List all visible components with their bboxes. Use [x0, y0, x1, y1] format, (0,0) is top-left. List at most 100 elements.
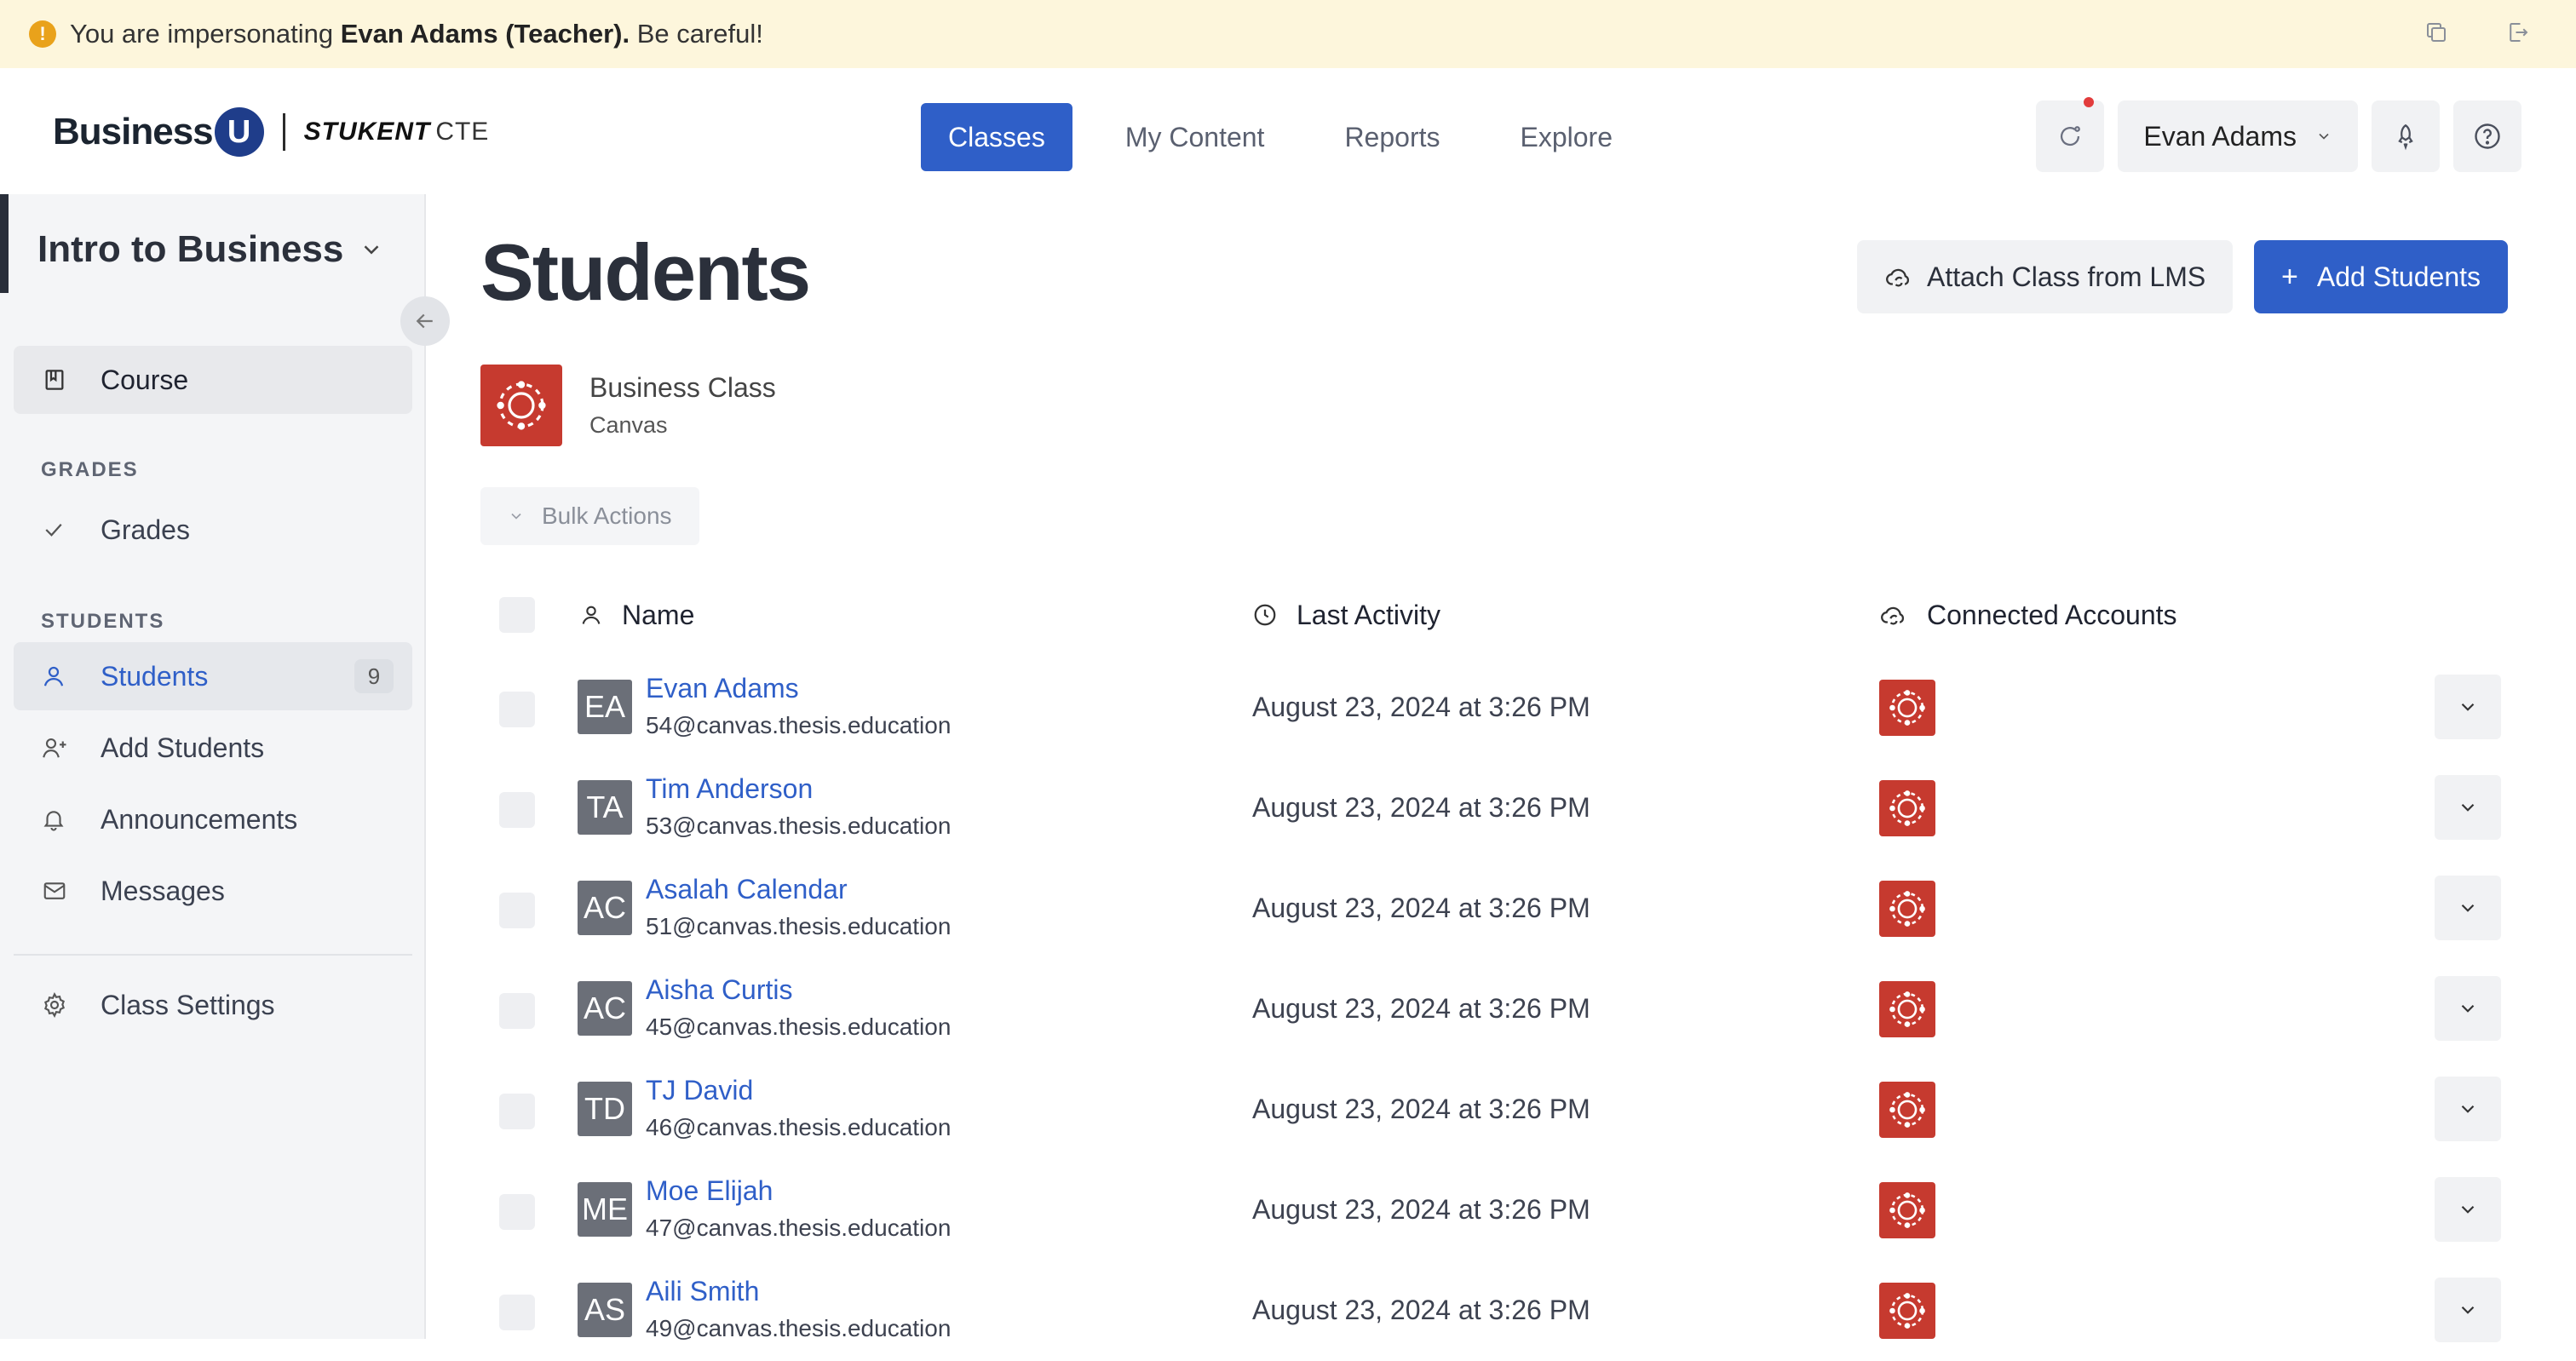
- row-checkbox[interactable]: [499, 1295, 535, 1330]
- main-nav: Classes My Content Reports Explore: [921, 103, 1665, 171]
- table-row: AC Asalah Calendar 51@canvas.thesis.educ…: [426, 862, 2576, 959]
- page-title: Students: [480, 227, 811, 317]
- help-button[interactable]: [2453, 100, 2521, 172]
- main-content: Students Attach Class from LMS + Add Stu…: [426, 194, 2576, 1342]
- sidebar-item-announcements[interactable]: Announcements: [14, 785, 412, 853]
- column-header-last-activity[interactable]: Last Activity: [1252, 581, 1440, 649]
- banner-user: Evan Adams (Teacher).: [340, 19, 630, 49]
- select-all-checkbox[interactable]: [499, 597, 535, 633]
- user-icon: [579, 603, 603, 627]
- chevron-down-icon: [2319, 133, 2329, 140]
- sidebar-item-label: Grades: [101, 514, 190, 545]
- user-menu-button[interactable]: Evan Adams: [2118, 100, 2358, 172]
- attach-class-lms-button[interactable]: Attach Class from LMS: [1857, 240, 2234, 313]
- connected-account[interactable]: [1879, 881, 1935, 937]
- student-email: 45@canvas.thesis.education: [646, 1014, 952, 1040]
- row-expand-button[interactable]: [2435, 976, 2501, 1041]
- row-expand-button[interactable]: [2435, 1077, 2501, 1141]
- bulk-actions-button[interactable]: Bulk Actions: [480, 487, 699, 545]
- row-expand-button[interactable]: [2435, 1177, 2501, 1242]
- nav-tab-explore[interactable]: Explore: [1492, 103, 1640, 171]
- student-name-link[interactable]: Aili Smith: [646, 1276, 759, 1307]
- sidebar-item-grades[interactable]: Grades: [14, 496, 412, 564]
- mail-icon: [41, 878, 73, 904]
- sidebar-item-label: Class Settings: [101, 989, 275, 1020]
- row-checkbox[interactable]: [499, 893, 535, 928]
- last-activity: August 23, 2024 at 3:26 PM: [1252, 1194, 1590, 1225]
- student-name-link[interactable]: Moe Elijah: [646, 1175, 773, 1207]
- sidebar-item-messages[interactable]: Messages: [14, 857, 412, 925]
- column-header-connected-accounts[interactable]: Connected Accounts: [1879, 581, 2177, 649]
- sidebar-item-label: Messages: [101, 875, 225, 906]
- lms-connection: Business Class Canvas: [480, 365, 776, 446]
- chevron-down-icon: [2461, 1205, 2475, 1214]
- student-name-link[interactable]: Evan Adams: [646, 673, 799, 704]
- class-selector[interactable]: Intro to Business: [37, 228, 384, 271]
- student-name-link[interactable]: Tim Anderson: [646, 773, 813, 805]
- nav-tab-classes[interactable]: Classes: [921, 103, 1072, 171]
- canvas-logo-icon: [480, 365, 562, 446]
- add-students-label: Add Students: [2316, 261, 2481, 292]
- connected-account[interactable]: [1879, 981, 1935, 1037]
- user-plus-icon: [41, 735, 73, 761]
- student-email: 51@canvas.thesis.education: [646, 913, 952, 939]
- row-checkbox[interactable]: [499, 692, 535, 727]
- chevron-down-icon: [2461, 703, 2475, 711]
- logo-cte: CTE: [435, 118, 490, 146]
- row-checkbox[interactable]: [499, 993, 535, 1029]
- avatar: AC: [578, 881, 632, 935]
- check-icon: [41, 517, 73, 543]
- student-email: 46@canvas.thesis.education: [646, 1114, 952, 1140]
- row-checkbox[interactable]: [499, 792, 535, 828]
- student-name-link[interactable]: TJ David: [646, 1075, 753, 1106]
- row-checkbox[interactable]: [499, 1194, 535, 1230]
- copy-icon[interactable]: [2421, 17, 2452, 48]
- user-icon: [41, 663, 73, 689]
- collapse-sidebar-button[interactable]: [400, 296, 450, 346]
- add-students-button[interactable]: + Add Students: [2254, 240, 2508, 313]
- canvas-logo-icon: [1879, 780, 1935, 836]
- last-activity: August 23, 2024 at 3:26 PM: [1252, 893, 1590, 923]
- connected-account[interactable]: [1879, 1283, 1935, 1339]
- exit-icon[interactable]: [2503, 17, 2533, 48]
- student-name-link[interactable]: Asalah Calendar: [646, 874, 848, 905]
- sidebar-item-add-students[interactable]: Add Students: [14, 714, 412, 782]
- logo-u: U: [214, 107, 264, 157]
- chevron-down-icon: [364, 245, 379, 255]
- attach-label: Attach Class from LMS: [1927, 261, 2206, 292]
- launch-button[interactable]: [2372, 100, 2440, 172]
- row-expand-button[interactable]: [2435, 1278, 2501, 1342]
- connected-account[interactable]: [1879, 1182, 1935, 1238]
- students-table-header: Name Last Activity Connected Accounts: [426, 581, 2576, 649]
- avatar: AC: [578, 981, 632, 1036]
- clock-icon: [1252, 602, 1278, 628]
- table-row: TA Tim Anderson 53@canvas.thesis.educati…: [426, 761, 2576, 859]
- student-email: 54@canvas.thesis.education: [646, 712, 952, 738]
- nav-tab-reports[interactable]: Reports: [1317, 103, 1467, 171]
- connected-account[interactable]: [1879, 1082, 1935, 1138]
- sidebar-item-course[interactable]: Course: [14, 346, 412, 414]
- updates-button[interactable]: [2036, 97, 2105, 172]
- refresh-icon: [2061, 126, 2081, 146]
- nav-tab-my-content[interactable]: My Content: [1098, 103, 1292, 171]
- last-activity: August 23, 2024 at 3:26 PM: [1252, 792, 1590, 823]
- user-name: Evan Adams: [2143, 120, 2297, 152]
- table-row: ME Moe Elijah 47@canvas.thesis.education…: [426, 1163, 2576, 1261]
- logo-separator: [282, 113, 285, 151]
- column-header-name[interactable]: Name: [579, 581, 694, 649]
- student-email: 53@canvas.thesis.education: [646, 813, 952, 839]
- row-expand-button[interactable]: [2435, 775, 2501, 840]
- row-expand-button[interactable]: [2435, 675, 2501, 739]
- avatar: TA: [578, 780, 632, 835]
- sidebar-item-students[interactable]: Students 9: [14, 642, 412, 710]
- connected-account[interactable]: [1879, 680, 1935, 736]
- student-name-link[interactable]: Aisha Curtis: [646, 974, 793, 1006]
- plus-icon: +: [2281, 260, 2298, 293]
- row-checkbox[interactable]: [499, 1094, 535, 1129]
- brand-logo[interactable]: Business U STUKENT CTE: [53, 107, 489, 157]
- student-email: 47@canvas.thesis.education: [646, 1215, 952, 1241]
- connected-account[interactable]: [1879, 780, 1935, 836]
- row-expand-button[interactable]: [2435, 876, 2501, 940]
- chevron-down-icon: [2461, 803, 2475, 812]
- sidebar-item-class-settings[interactable]: Class Settings: [14, 971, 412, 1039]
